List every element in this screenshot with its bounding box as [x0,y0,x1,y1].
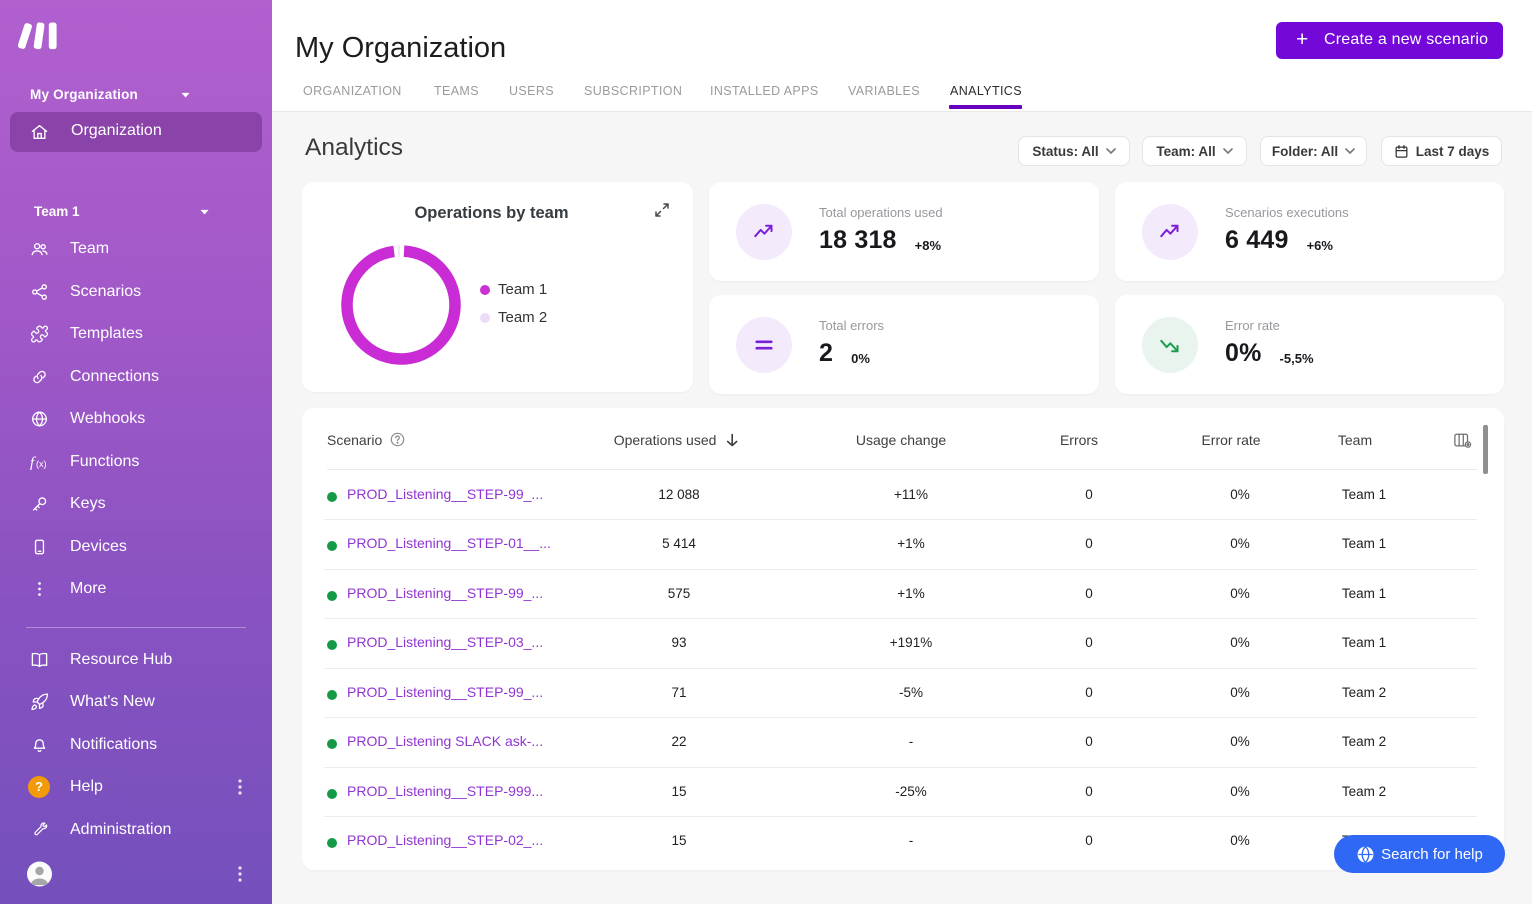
svg-text:f: f [30,454,36,470]
svg-text:(x): (x) [36,459,47,469]
